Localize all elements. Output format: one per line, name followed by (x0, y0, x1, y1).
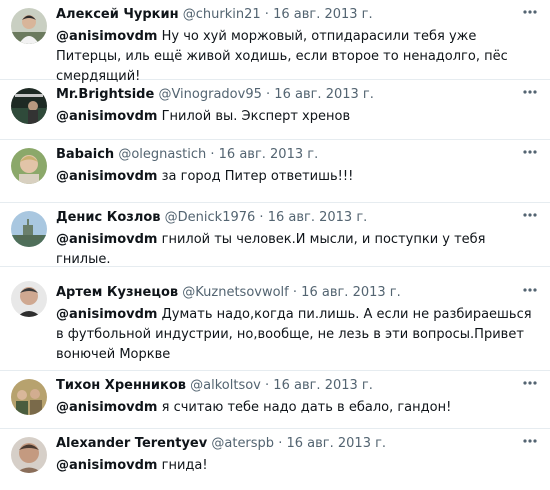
separator-dot: · (259, 210, 264, 225)
mention-link[interactable]: @anisimovdm (56, 307, 157, 322)
tweet-header: Тихон Хренников @alkoltsov · 16 авг. 201… (56, 377, 520, 395)
tweet-date[interactable]: 16 авг. 2013 г. (273, 7, 373, 22)
mention-link[interactable]: @anisimovdm (56, 29, 157, 44)
tweet-date[interactable]: 16 авг. 2013 г. (273, 378, 373, 393)
more-options-icon[interactable] (522, 375, 538, 391)
avatar-group-icon (11, 379, 47, 415)
author-name[interactable]: Алексей Чуркин (56, 7, 179, 22)
author-handle[interactable]: @churkin21 (183, 7, 261, 22)
tweet-text: @anisimovdm за город Питер ответишь!!! (56, 167, 542, 187)
avatar-man-icon (11, 8, 47, 44)
tweet-feed: Алексей Чуркин @churkin21 · 16 авг. 2013… (0, 0, 550, 490)
separator-dot: · (265, 378, 270, 393)
more-options-icon[interactable] (522, 282, 538, 298)
separator-dot: · (278, 436, 283, 451)
tweet-text: @anisimovdm я считаю тебе надо дать в еб… (56, 398, 542, 418)
avatar-stadium-icon (11, 88, 47, 124)
tweet-text: @anisimovdm гнида! (56, 456, 542, 476)
separator-dot: · (264, 7, 269, 22)
author-name[interactable]: Alexander Terentyev (56, 436, 207, 451)
tweet-text: @anisimovdm Ну чо хуй моржовый, отпидара… (56, 27, 542, 87)
tweet-text: @anisimovdm Думать надо,когда пи.лишь. А… (56, 305, 542, 365)
author-name[interactable]: Mr.Brightside (56, 87, 154, 102)
avatar-ship-icon (11, 211, 47, 247)
tweet-body: я считаю тебе надо дать в ебало, гандон! (157, 400, 452, 415)
author-handle[interactable]: @Vinogradov95 (158, 87, 261, 102)
tweet-body: гнида! (157, 458, 208, 473)
avatar[interactable] (11, 8, 47, 44)
more-options-icon[interactable] (522, 84, 538, 100)
mention-link[interactable]: @anisimovdm (56, 169, 157, 184)
author-handle[interactable]: @aterspb (211, 436, 274, 451)
avatar[interactable] (11, 437, 47, 473)
author-handle[interactable]: @Kuznetsovwolf (182, 285, 288, 300)
tweet-header: Babaich @olegnastich · 16 авг. 2013 г. (56, 146, 520, 164)
author-name[interactable]: Артем Кузнецов (56, 285, 178, 300)
tweet-date[interactable]: 16 авг. 2013 г. (301, 285, 401, 300)
separator-dot: · (210, 147, 215, 162)
separator-dot: · (266, 87, 271, 102)
tweet-item[interactable]: Денис Козлов @Denick1976 · 16 авг. 2013 … (0, 203, 550, 267)
more-options-icon[interactable] (522, 433, 538, 449)
tweet-header: Денис Козлов @Denick1976 · 16 авг. 2013 … (56, 209, 520, 227)
mention-link[interactable]: @anisimovdm (56, 109, 157, 124)
tweet-header: Mr.Brightside @Vinogradov95 · 16 авг. 20… (56, 86, 520, 104)
tweet-item[interactable]: Alexander Terentyev @aterspb · 16 авг. 2… (0, 429, 550, 490)
avatar[interactable] (11, 88, 47, 124)
tweet-date[interactable]: 16 авг. 2013 г. (219, 147, 319, 162)
tweet-header: Алексей Чуркин @churkin21 · 16 авг. 2013… (56, 6, 520, 24)
separator-dot: · (292, 285, 298, 300)
tweet-header: Alexander Terentyev @aterspb · 16 авг. 2… (56, 435, 520, 453)
avatar[interactable] (11, 148, 47, 184)
tweet-body: Гнилой вы. Эксперт хренов (157, 109, 351, 124)
avatar-man-icon (11, 437, 47, 473)
author-name[interactable]: Babaich (56, 147, 114, 162)
author-handle[interactable]: @alkoltsov (190, 378, 261, 393)
mention-link[interactable]: @anisimovdm (56, 400, 157, 415)
author-name[interactable]: Тихон Хренников (56, 378, 186, 393)
tweet-text: @anisimovdm гнилой ты человек.И мысли, и… (56, 230, 542, 270)
avatar[interactable] (11, 379, 47, 415)
more-options-icon[interactable] (522, 144, 538, 160)
avatar[interactable] (11, 211, 47, 247)
more-options-icon[interactable] (522, 207, 538, 223)
tweet-text: @anisimovdm Гнилой вы. Эксперт хренов (56, 107, 542, 127)
tweet-body: за город Питер ответишь!!! (157, 169, 354, 184)
tweet-date[interactable]: 16 авг. 2013 г. (268, 210, 368, 225)
mention-link[interactable]: @anisimovdm (56, 232, 157, 247)
tweet-item[interactable]: Тихон Хренников @alkoltsov · 16 авг. 201… (0, 371, 550, 429)
more-options-icon[interactable] (522, 4, 538, 20)
avatar-man-icon (11, 281, 47, 317)
tweet-item[interactable]: Mr.Brightside @Vinogradov95 · 16 авг. 20… (0, 80, 550, 140)
tweet-item[interactable]: Алексей Чуркин @churkin21 · 16 авг. 2013… (0, 0, 550, 84)
tweet-item[interactable]: Babaich @olegnastich · 16 авг. 2013 г. @… (0, 140, 550, 203)
author-handle[interactable]: @Denick1976 (165, 210, 256, 225)
author-handle[interactable]: @olegnastich (118, 147, 206, 162)
avatar-child-icon (11, 148, 47, 184)
tweet-header: Артем Кузнецов @Kuznetsovwolf · 16 авг. … (56, 284, 520, 302)
tweet-date[interactable]: 16 авг. 2013 г. (286, 436, 386, 451)
tweet-date[interactable]: 16 авг. 2013 г. (274, 87, 374, 102)
avatar[interactable] (11, 281, 47, 317)
tweet-item[interactable]: Артем Кузнецов @Kuznetsovwolf · 16 авг. … (0, 267, 550, 371)
author-name[interactable]: Денис Козлов (56, 210, 161, 225)
mention-link[interactable]: @anisimovdm (56, 458, 157, 473)
